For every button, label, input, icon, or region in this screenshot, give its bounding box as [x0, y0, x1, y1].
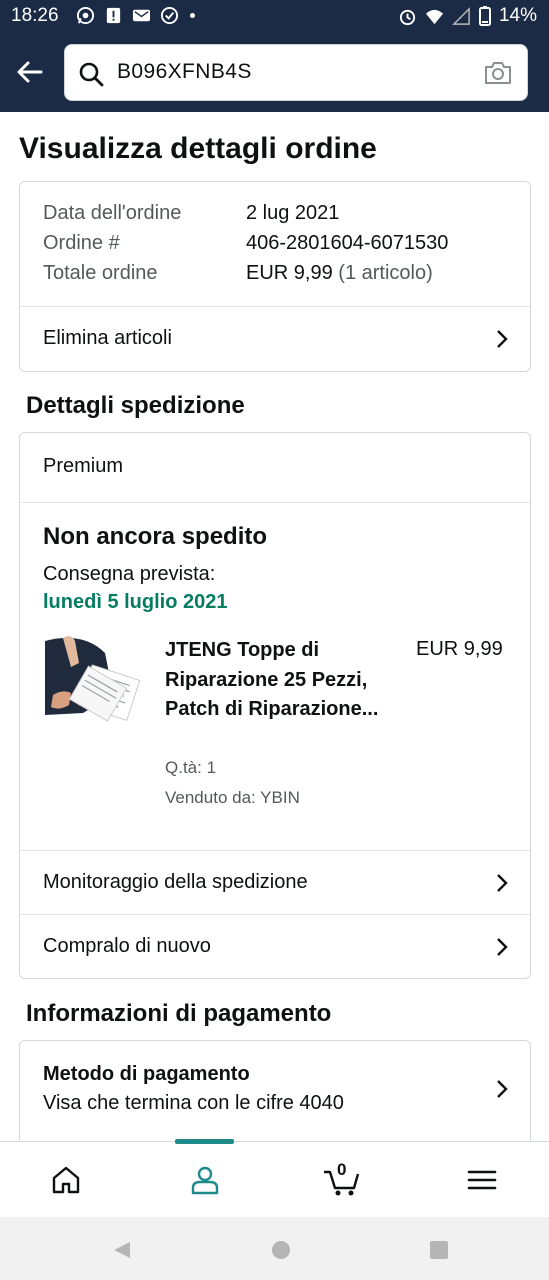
delivery-date: lunedì 5 luglio 2021	[43, 591, 228, 613]
order-date-label: Data dell'ordine	[43, 202, 182, 224]
home-icon[interactable]	[48, 1162, 84, 1198]
status-bar: 18:26 14%	[0, 0, 549, 34]
shipment-status: Non ancora spedito	[43, 523, 268, 550]
check-circle-icon	[160, 6, 179, 25]
system-back-icon[interactable]	[112, 1240, 132, 1260]
divider	[20, 502, 530, 503]
signal-icon	[452, 6, 470, 25]
shipment-card: Premium Non ancora spedito Consegna prev…	[19, 432, 531, 979]
delete-items-label: Elimina articoli	[43, 327, 172, 349]
delete-items-link[interactable]: Elimina articoli	[20, 307, 530, 371]
product-image[interactable]	[43, 633, 143, 733]
chevron-right-icon	[497, 330, 508, 348]
active-tab-indicator	[175, 1139, 234, 1144]
system-navigation	[0, 1217, 549, 1280]
order-number-label: Ordine #	[43, 232, 120, 254]
whatsapp-icon	[76, 6, 95, 25]
product-quantity: Q.tà: 1	[165, 758, 217, 777]
chevron-right-icon	[497, 938, 508, 956]
product-price: EUR 9,99	[416, 638, 503, 660]
wifi-icon	[425, 9, 444, 24]
order-summary-card: Data dell'ordine 2 lug 2021 Ordine # 406…	[19, 181, 531, 372]
search-icon	[79, 62, 104, 87]
camera-icon[interactable]	[483, 60, 513, 86]
payment-section-title: Informazioni di pagamento	[26, 1000, 332, 1027]
app-header: 18:26 14% B096XFNB4S	[0, 0, 549, 112]
track-shipment-link[interactable]: Monitoraggio della spedizione	[20, 851, 530, 915]
search-bar[interactable]: B096XFNB4S	[64, 44, 528, 101]
bottom-navigation: 0	[0, 1139, 549, 1217]
order-total-amount: EUR 9,99	[246, 262, 333, 284]
buy-again-label: Compralo di nuovo	[43, 935, 211, 957]
payment-method-title: Metodo di pagamento	[43, 1063, 250, 1085]
battery-icon	[478, 6, 491, 26]
chevron-right-icon	[497, 874, 508, 892]
delivery-label: Consegna prevista:	[43, 563, 216, 585]
chevron-right-icon	[497, 1080, 508, 1098]
notification-dot-icon	[190, 13, 195, 18]
order-date-value: 2 lug 2021	[246, 202, 340, 224]
menu-icon[interactable]	[464, 1162, 500, 1198]
product-name-link[interactable]: JTENG Toppe di Riparazione 25 Pezzi, Pat…	[165, 636, 405, 725]
status-time: 18:26	[11, 5, 59, 26]
product-seller: Venduto da: YBIN	[165, 788, 300, 807]
back-arrow-icon[interactable]	[14, 57, 44, 87]
order-number-value: 406-2801604-6071530	[246, 232, 449, 254]
order-total-label: Totale ordine	[43, 262, 158, 284]
account-icon[interactable]	[187, 1162, 223, 1198]
battery-percentage: 14%	[498, 5, 537, 26]
message-icon	[132, 9, 151, 22]
system-home-icon[interactable]	[271, 1240, 291, 1260]
order-total-value: EUR 9,99 (1 articolo)	[246, 262, 433, 285]
payment-method-value: Visa che termina con le cifre 4040	[43, 1092, 344, 1114]
page-title: Visualizza dettagli ordine	[19, 132, 377, 165]
track-shipment-label: Monitoraggio della spedizione	[43, 871, 308, 893]
buy-again-link[interactable]: Compralo di nuovo	[20, 915, 530, 979]
system-recents-icon[interactable]	[429, 1240, 449, 1260]
cart-count-badge: 0	[337, 1160, 347, 1179]
search-input[interactable]: B096XFNB4S	[117, 60, 252, 84]
shipment-section-title: Dettagli spedizione	[26, 392, 245, 419]
alert-icon	[106, 7, 121, 24]
shipping-type: Premium	[43, 455, 124, 477]
order-item-count: (1 articolo)	[338, 262, 433, 284]
alarm-icon	[399, 9, 416, 25]
